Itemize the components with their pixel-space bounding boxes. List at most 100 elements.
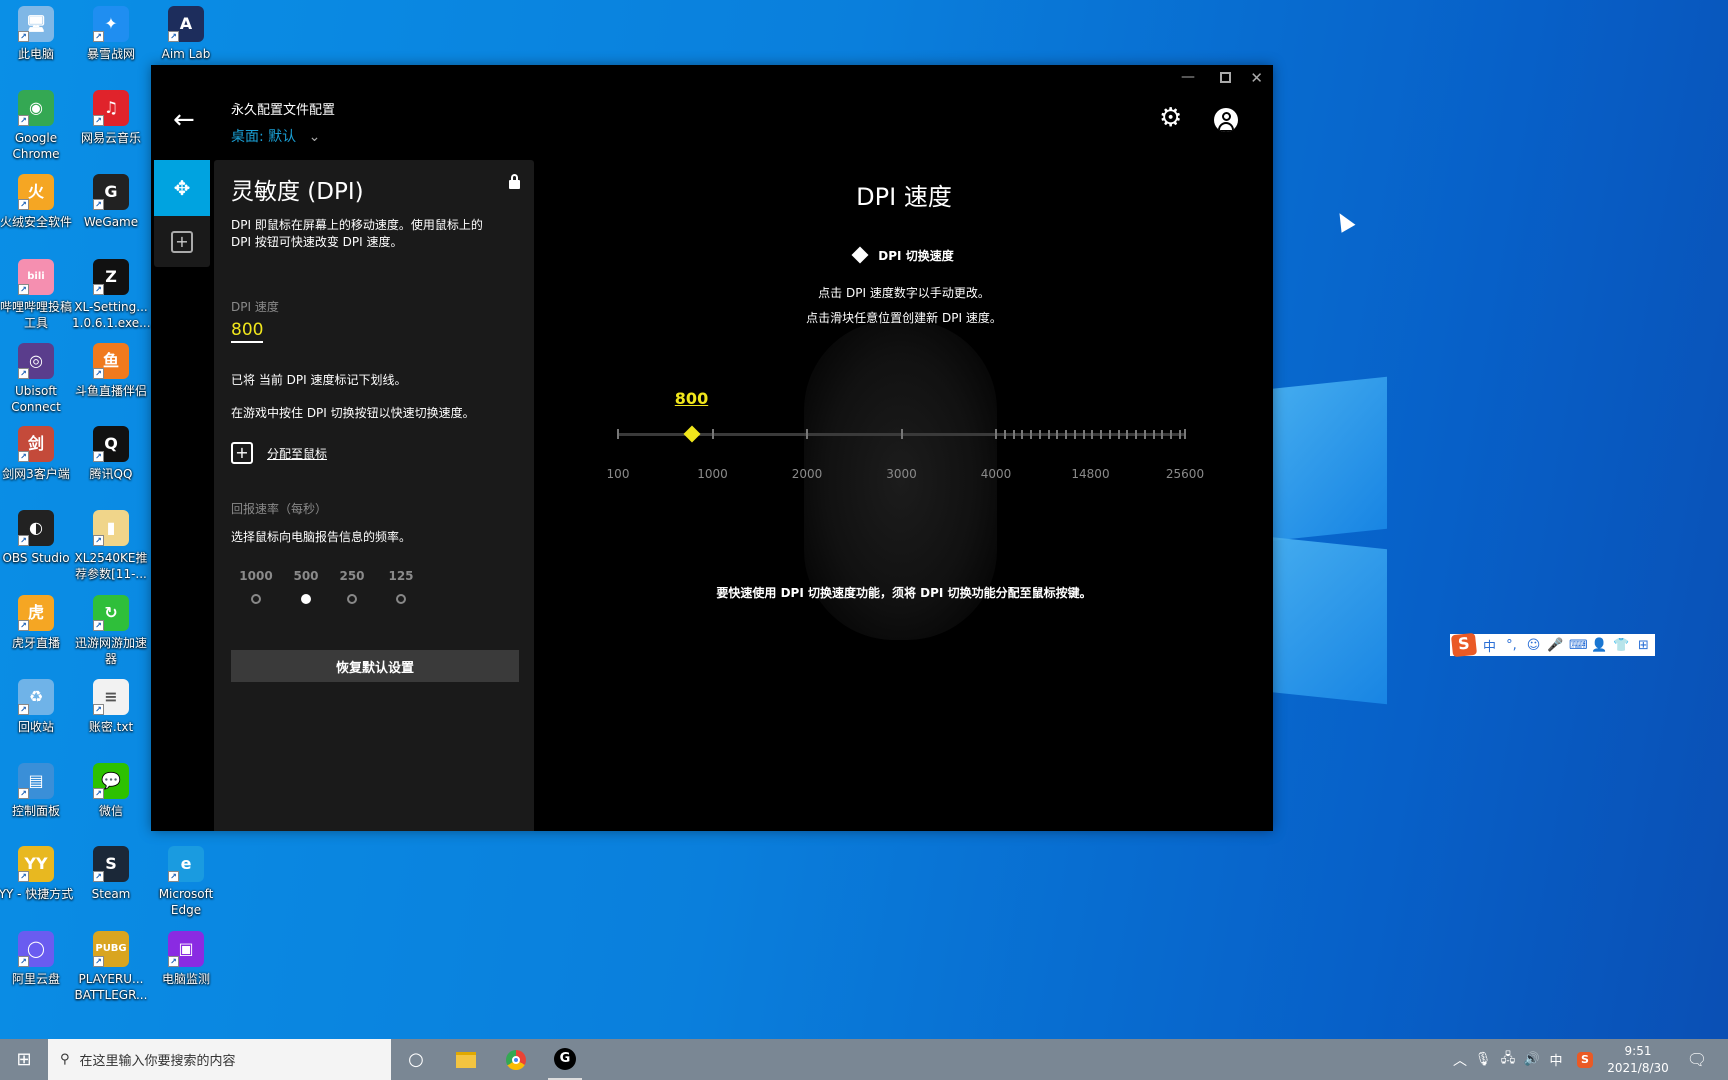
desktop-icon[interactable]: Z ↗ XL-Setting... 1.0.6.1.exe... bbox=[72, 259, 151, 331]
slider-minor-tick bbox=[1030, 429, 1032, 439]
dpi-marker-value[interactable]: 800 bbox=[675, 389, 708, 408]
app-icon: ▤ ↗ bbox=[18, 763, 54, 799]
slider-tick-label: 14800 bbox=[1071, 467, 1110, 481]
dpi-marker-diamond[interactable] bbox=[683, 425, 700, 443]
search-box[interactable]: ⚲ 在这里输入你要搜索的内容 bbox=[48, 1039, 391, 1080]
slider-tick-label: 25600 bbox=[1165, 467, 1205, 481]
logitech-ghub-icon[interactable]: G bbox=[548, 1039, 582, 1080]
ime-toolbar-item[interactable]: ⊞ bbox=[1635, 638, 1652, 653]
shortcut-arrow-icon: ↗ bbox=[168, 871, 179, 882]
desktop-icon[interactable]: PUBG ↗ PLAYERU... BATTLEGR... bbox=[72, 931, 150, 1003]
ime-toolbar-item[interactable]: 中 bbox=[1481, 636, 1498, 655]
ime-toolbar-item[interactable]: 👕 bbox=[1613, 638, 1630, 653]
desktop-icon[interactable]: 鱼 ↗ 斗鱼直播伴侣 bbox=[72, 343, 150, 399]
show-hidden-icons-chevron-icon[interactable]: ︿ bbox=[1450, 1039, 1470, 1080]
desktop-icon[interactable]: e ↗ Microsoft Edge bbox=[147, 846, 225, 918]
shortcut-arrow-icon: ↗ bbox=[18, 199, 29, 210]
input-language[interactable]: 中 bbox=[1546, 1039, 1566, 1080]
ime-toolbar-item[interactable]: °, bbox=[1503, 638, 1520, 653]
desktop-icon[interactable]: ≡ ↗ 账密.txt bbox=[72, 679, 150, 735]
desktop-icon-label: XL-Setting... 1.0.6.1.exe... bbox=[72, 300, 151, 330]
desktop-icon[interactable]: ◉ ↗ Google Chrome bbox=[0, 90, 75, 162]
desktop-icon[interactable]: ♫ ↗ 网易云音乐 bbox=[72, 90, 150, 146]
mouse-cursor-icon bbox=[1332, 209, 1356, 233]
rate-label: 125 bbox=[388, 569, 414, 583]
desktop-icon[interactable]: ♻ ↗ 回收站 bbox=[0, 679, 75, 735]
chrome-icon[interactable] bbox=[500, 1039, 532, 1080]
desktop-icon[interactable]: 虎 ↗ 虎牙直播 bbox=[0, 595, 75, 651]
desktop-icon[interactable]: ▮ ↗ XL2540KE推荐参数[11-... bbox=[72, 510, 150, 582]
sogou-tray-icon[interactable]: S bbox=[1574, 1039, 1596, 1080]
desktop-icon[interactable]: ▤ ↗ 控制面板 bbox=[0, 763, 75, 819]
desktop-icon[interactable]: Q ↗ 腾讯QQ bbox=[72, 426, 150, 482]
notification-center-icon[interactable]: 🗨 bbox=[1682, 1039, 1712, 1080]
desktop-icon-label: YY - 快捷方式 bbox=[0, 887, 74, 901]
app-icon: ◐ ↗ bbox=[18, 510, 54, 546]
windows-logo-pane bbox=[1267, 536, 1387, 705]
ime-toolbar-item[interactable]: 👤 bbox=[1591, 638, 1608, 653]
desktop-icon-label: 微信 bbox=[98, 804, 123, 818]
cortana-circle-icon[interactable]: ○ bbox=[400, 1039, 432, 1080]
desktop-icon[interactable]: ◯ ↗ 阿里云盘 bbox=[0, 931, 75, 987]
ime-toolbar-item[interactable]: 🎤 bbox=[1547, 638, 1564, 653]
desktop-icon-label: Microsoft Edge bbox=[158, 887, 214, 917]
slider-tick bbox=[900, 429, 903, 439]
sogou-logo-icon[interactable]: S bbox=[1450, 632, 1478, 658]
desktop-icon[interactable]: S ↗ Steam bbox=[72, 846, 150, 902]
rate-label: 250 bbox=[339, 569, 365, 583]
desktop-icon-label: 火绒安全软件 bbox=[0, 215, 72, 229]
desktop-icon[interactable]: YY ↗ YY - 快捷方式 bbox=[0, 846, 75, 902]
slider-minor-tick bbox=[1117, 429, 1120, 439]
ime-toolbar: S 中 °, ☺ 🎤 ⌨ 👤 👕 ⊞ bbox=[1450, 632, 1655, 658]
desktop-icon[interactable]: ✦ ↗ 暴雪战网 bbox=[72, 6, 150, 62]
desktop-icon-label: WeGame bbox=[83, 215, 139, 229]
rate-radio-250[interactable] bbox=[347, 594, 357, 604]
desktop-icon-label: Google Chrome bbox=[12, 131, 60, 161]
clock[interactable]: 9:51 2021/8/30 bbox=[1600, 1039, 1676, 1080]
start-windows-icon[interactable]: ⊞ bbox=[0, 1039, 48, 1080]
desktop-icon[interactable]: ◎ ↗ Ubisoft Connect bbox=[0, 343, 75, 415]
rate-radio-1000[interactable] bbox=[251, 594, 261, 604]
windows-logo-pane bbox=[1267, 376, 1387, 542]
slider-tick bbox=[806, 429, 808, 439]
footer-note: 要快速使用 DPI 切换速度功能，须将 DPI 切换功能分配至鼠标按键。 bbox=[716, 586, 1092, 600]
desktop-icon[interactable]: ▣ ↗ 电脑监测 bbox=[147, 931, 225, 987]
desktop-icon[interactable]: 火 ↗ 火绒安全软件 bbox=[0, 174, 75, 230]
slider-minor-tick bbox=[1161, 429, 1164, 439]
app-icon: ↻ ↗ bbox=[93, 595, 129, 631]
rate-radio-125[interactable] bbox=[396, 594, 406, 604]
app-icon: bili ↗ bbox=[18, 259, 54, 295]
ime-toolbar-item[interactable]: ☺ bbox=[1525, 638, 1542, 653]
app-icon: 🖥 ↗ bbox=[18, 6, 54, 42]
shortcut-arrow-icon: ↗ bbox=[18, 368, 29, 379]
desktop-icon[interactable]: bili ↗ 哔哩哔哩投稿工具 bbox=[0, 259, 75, 331]
desktop-icon[interactable]: G ↗ WeGame bbox=[72, 174, 150, 230]
desktop-icon[interactable]: A ↗ Aim Lab bbox=[147, 6, 225, 62]
shortcut-arrow-icon: ↗ bbox=[168, 31, 179, 42]
app-icon: ◎ ↗ bbox=[18, 343, 54, 379]
desktop-icon[interactable]: ◐ ↗ OBS Studio bbox=[0, 510, 75, 566]
desktop-icon-label: 腾讯QQ bbox=[89, 467, 133, 481]
search-placeholder: 在这里输入你要搜索的内容 bbox=[79, 1054, 236, 1069]
restore-defaults-button[interactable]: 恢复默认设置 bbox=[231, 650, 519, 682]
microphone-icon[interactable]: 🎙 bbox=[1474, 1039, 1492, 1080]
file-explorer-icon[interactable] bbox=[450, 1039, 482, 1080]
network-icon[interactable]: 🖧 bbox=[1498, 1039, 1518, 1080]
slider-minor-tick bbox=[1178, 429, 1181, 439]
ime-toolbar-item[interactable]: ⌨ bbox=[1569, 638, 1588, 653]
slider-tick bbox=[711, 429, 714, 439]
slider-minor-tick bbox=[1003, 429, 1006, 439]
desktop-icon-label: OBS Studio bbox=[2, 551, 70, 565]
desktop-icon[interactable]: 💬 ↗ 微信 bbox=[72, 763, 150, 819]
shortcut-arrow-icon: ↗ bbox=[18, 284, 29, 295]
rate-radio-500[interactable] bbox=[301, 594, 311, 604]
shortcut-arrow-icon: ↗ bbox=[93, 704, 104, 715]
desktop-icon[interactable]: ↻ ↗ 迅游网游加速器 bbox=[72, 595, 150, 667]
desktop-icon-label: Aim Lab bbox=[161, 47, 211, 61]
volume-icon[interactable]: 🔊 bbox=[1522, 1039, 1542, 1080]
app-icon: Z ↗ bbox=[93, 259, 129, 295]
dpi-slider[interactable]: 100 1000 2000 3000 4000 14800 25600 800 bbox=[151, 65, 1273, 565]
desktop-icon[interactable]: 🖥 ↗ 此电脑 bbox=[0, 6, 75, 62]
desktop-icon[interactable]: 剑 ↗ 剑网3客户端 bbox=[0, 426, 75, 482]
slider-minor-tick bbox=[1038, 429, 1041, 439]
